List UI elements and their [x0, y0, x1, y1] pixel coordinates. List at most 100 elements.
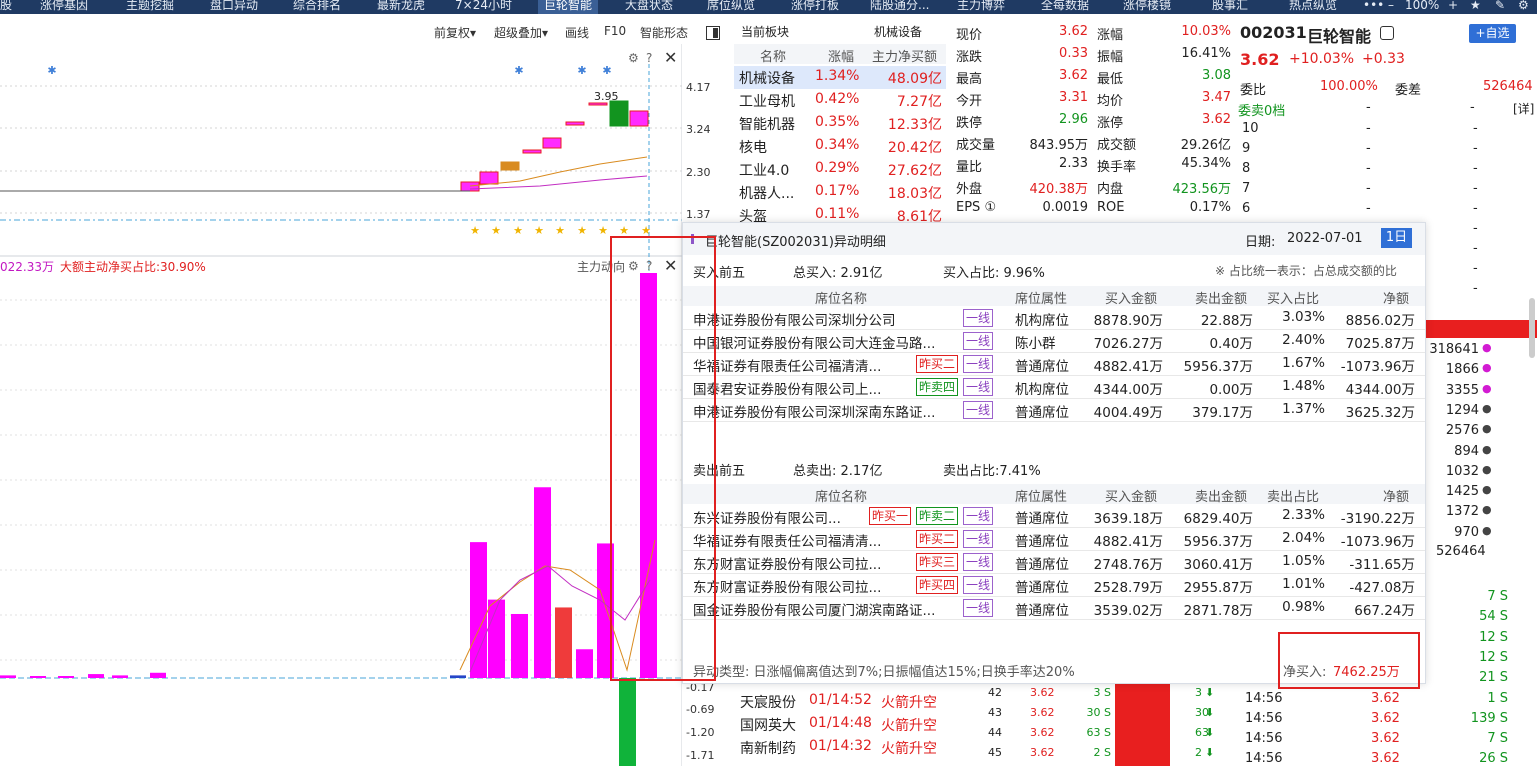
nav-tab[interactable]: 热点纵览 — [1289, 0, 1337, 14]
ask-volume-empty: - — [1473, 121, 1478, 136]
f10-button[interactable]: F10 — [604, 24, 626, 38]
nav-tab[interactable]: 综合排名 — [293, 0, 341, 14]
seat-row[interactable]: 申港证券股份有限公司深圳分公司 一线 机构席位 8878.90万 22.88万 3.03%… — [683, 307, 1425, 330]
nav-tab[interactable]: 涨停打板 — [791, 0, 839, 14]
seat-tag: 一线 — [963, 599, 994, 617]
detail-link[interactable]: [详] — [1513, 100, 1534, 117]
smart-pattern-button[interactable]: 智能形态 — [640, 24, 688, 41]
rocket-stock-name[interactable]: 国网英大 — [740, 715, 796, 735]
sector-current[interactable]: 机械设备 — [874, 23, 922, 40]
nav-tab[interactable]: 最新龙虎 — [377, 0, 425, 14]
sell-table-header: 席位名称 席位属性 买入金额 卖出金额 卖出占比 净额 — [683, 484, 1425, 505]
bid-dot-icon: ● — [1482, 523, 1492, 537]
sector-row[interactable]: 机器人... 0.17% 18.03亿 — [734, 181, 946, 204]
ask-price-empty: - — [1366, 201, 1371, 216]
sector-change: 0.42% — [815, 91, 860, 107]
seat-row[interactable]: 东方财富证券股份有限公司拉... 昨买三 一线 普通席位 2748.76万 3060.41… — [683, 551, 1425, 574]
seat-row[interactable]: 国泰君安证券股份有限公司上... 昨卖四 一线 机构席位 4344.00万 0.00万 1.… — [683, 376, 1425, 399]
seat-net: -311.65万 — [1349, 557, 1415, 573]
price-chart-area[interactable]: ✱ ✱ ✱ ✱★ ★ ★ ★ ★ ★ ★ ★ ★ — [0, 44, 682, 766]
zoom-in-icon[interactable]: + — [1448, 0, 1458, 14]
sector-row[interactable]: 工业母机 0.42% 7.27亿 — [734, 89, 946, 112]
bid-volume: 970 — [1454, 524, 1479, 540]
sector-row[interactable]: 核电 0.34% 20.42亿 — [734, 135, 946, 158]
rocket-tag: 火箭升空 — [881, 695, 937, 711]
seat-attr: 普通席位 — [1015, 580, 1069, 596]
nav-tab[interactable]: 陆股通分... — [870, 0, 929, 14]
nav-tab[interactable]: 股事汇 — [1212, 0, 1248, 14]
seat-row[interactable]: 中国银河证券股份有限公司大连金马路... 一线 陈小群 7026.27万 0.40万 2.… — [683, 330, 1425, 353]
seat-row[interactable]: 东兴证券股份有限公司... 昨买一 昨卖二 一线 普通席位 3639.18万 6829.40… — [683, 505, 1425, 528]
chart-close-icon[interactable]: ✕ — [664, 48, 677, 67]
nav-tab[interactable]: 盘口异动 — [210, 0, 258, 14]
pen-icon[interactable]: ✎ — [1495, 0, 1505, 14]
seat-tag: 一线 — [963, 332, 994, 350]
nav-tab[interactable]: 涨停楼镜 — [1123, 0, 1171, 14]
sector-row[interactable]: 智能机器 0.35% 12.33亿 — [734, 112, 946, 135]
layout-toggle-icon[interactable] — [706, 26, 720, 40]
draw-line-button[interactable]: 画线 — [565, 24, 589, 41]
abnormal-detail-popup: 巨轮智能(SZ002031)异动明细 日期: 2022-07-01 1日 买入前… — [682, 222, 1426, 684]
bid-dot-icon: ● — [1482, 462, 1492, 476]
seat-name: 申港证券股份有限公司深圳深南东路证... — [693, 405, 936, 421]
event-marker-icon: ✱ — [514, 64, 523, 77]
nav-tab[interactable]: 巨轮智能 — [538, 0, 599, 14]
nav-tab[interactable]: 7×24小时 — [455, 0, 512, 14]
sector-change: 0.35% — [815, 114, 860, 130]
sector-name: 智能机器 — [739, 117, 795, 133]
sector-row[interactable]: 工业4.0 0.29% 27.62亿 — [734, 158, 946, 181]
nav-tab[interactable]: 席位纵览 — [707, 0, 755, 14]
quote-value: 3.62 — [1059, 68, 1088, 83]
seat-name: 国泰君安证券股份有限公司上... — [693, 382, 882, 398]
sector-row[interactable]: 机械设备 1.34% 48.09亿 — [734, 66, 946, 89]
settings-icon[interactable]: ⚙ — [1518, 0, 1529, 14]
quote-value: 45.34% — [1181, 156, 1231, 171]
queue-price: 3.62 — [1030, 686, 1055, 699]
quote-label: 涨停 — [1097, 116, 1124, 131]
orderbook-scrollbar[interactable] — [1529, 298, 1535, 358]
overlay-dropdown[interactable]: 超级叠加▾ — [494, 24, 548, 41]
alert-bell-icon[interactable] — [1380, 26, 1394, 40]
rocket-stock-name[interactable]: 天宸股份 — [740, 692, 796, 712]
ask-volume-empty: - — [1473, 181, 1478, 196]
seat-buy-amount: 7026.27万 — [1093, 336, 1163, 352]
seat-row[interactable]: 华福证券有限责任公司福清清... 昨买二 一线 普通席位 4882.41万 5956.37… — [683, 353, 1425, 376]
bid-dot-icon: ● — [1482, 483, 1492, 497]
nav-tab[interactable]: 主力博弈 — [957, 0, 1005, 14]
nav-tab[interactable]: 主题挖掘 — [126, 0, 174, 14]
sector-name: 工业母机 — [739, 94, 795, 110]
period-button[interactable]: 1日 — [1381, 228, 1412, 248]
tick-volume: 1 S — [1487, 690, 1508, 706]
popup-title: 巨轮智能(SZ002031)异动明细 — [705, 235, 886, 250]
chart-help-icon[interactable]: ? — [646, 51, 652, 65]
date-value[interactable]: 2022-07-01 — [1287, 231, 1363, 246]
star-icon[interactable]: ★ — [1470, 0, 1481, 14]
bid-volume: 318641 — [1429, 342, 1479, 357]
seat-row[interactable]: 国金证券股份有限公司厦门湖滨南路证... 一线 普通席位 3539.02万 2871.7… — [683, 597, 1425, 620]
seat-buy-amount: 4004.49万 — [1093, 405, 1163, 421]
rocket-time: 01/14:48 — [809, 715, 872, 731]
seat-sell-amount: 0.00万 — [1209, 382, 1253, 398]
nav-tab[interactable]: 股 — [0, 0, 12, 14]
tick-volume: 7 S — [1487, 731, 1508, 747]
bid-volume: 3355 — [1445, 382, 1479, 398]
sector-change: 1.34% — [815, 68, 860, 84]
seat-row[interactable]: 东方财富证券股份有限公司拉... 昨买四 一线 普通席位 2528.79万 2955.87… — [683, 574, 1425, 597]
more-icon[interactable]: ••• — [1363, 0, 1384, 14]
rocket-stock-name[interactable]: 南新制药 — [740, 738, 796, 758]
star-marker-icon: ★ — [555, 224, 565, 237]
nav-tab[interactable]: 大盘状态 — [625, 0, 673, 14]
seat-row[interactable]: 华福证券有限责任公司福清清... 昨买二 一线 普通席位 4882.41万 5956.37… — [683, 528, 1425, 551]
zoom-level[interactable]: 100% — [1405, 0, 1439, 14]
nav-tab[interactable]: 全每数据 — [1041, 0, 1089, 14]
chart-settings-icon[interactable]: ⚙ — [628, 51, 639, 65]
seat-row[interactable]: 申港证券股份有限公司深圳深南东路证... 一线 普通席位 4004.49万 379.17… — [683, 399, 1425, 422]
nav-tab[interactable]: 涨停基因 — [40, 0, 88, 14]
adjust-dropdown[interactable]: 前复权▾ — [434, 24, 476, 41]
add-watchlist-button[interactable]: +自选 — [1469, 24, 1516, 43]
highlight-box-bars — [610, 236, 716, 681]
sector-panel-title: 当前板块 — [741, 25, 790, 39]
zoom-out-icon[interactable]: – — [1388, 0, 1394, 14]
quote-label: 内盘 — [1097, 182, 1124, 197]
sector-change: 0.11% — [815, 206, 860, 222]
